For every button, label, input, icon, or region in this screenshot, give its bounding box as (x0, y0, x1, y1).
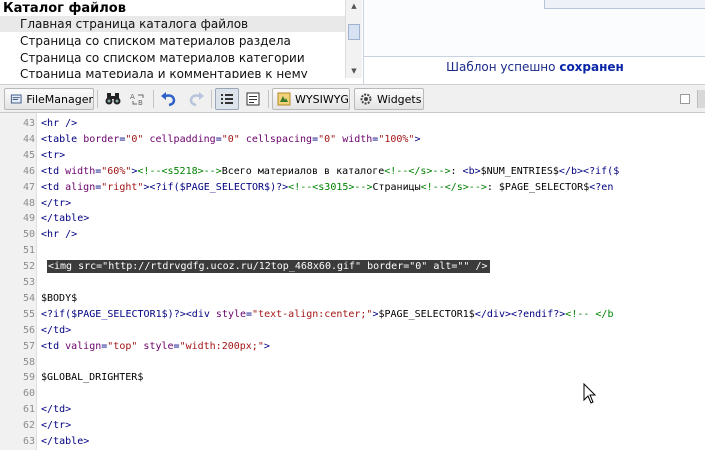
line-number: 45 (22, 149, 35, 161)
find-button[interactable] (101, 88, 125, 110)
line-number: 55 (22, 308, 35, 320)
wysiwyg-icon (277, 92, 291, 106)
scroll-down-icon[interactable]: ▼ (349, 67, 359, 75)
gear-icon (360, 93, 372, 105)
line-number: 59 (22, 372, 35, 384)
line-number-gutter: 43 44 45 46 47 48 49 50 51 52 53 54 55 56 57 58 59 60 61 62… (0, 113, 37, 450)
code-editor[interactable]: 43 44 45 46 47 48 49 50 51 52 53 54 55 56 57 58 59 60 61 62… (0, 113, 705, 450)
line-number: 54 (22, 292, 35, 304)
binoculars-icon (105, 93, 121, 105)
code-line[interactable]: <hr /> (41, 227, 77, 243)
editor-toolbar: FileManager A B WYSIWYG Widgets (0, 84, 705, 113)
replace-icon: A B (130, 93, 144, 106)
code-line-selected[interactable]: <img src="http://rtdrvgdfg.ucoz.ru/12top… (48, 259, 488, 275)
toolbar-separator (97, 90, 98, 108)
template-item-main[interactable]: Главная страница каталога файлов (0, 16, 345, 32)
redo-icon (189, 92, 204, 107)
mouse-cursor-icon (583, 383, 597, 404)
code-line[interactable]: <tr> (41, 148, 65, 164)
scrollbar-thumb[interactable] (348, 24, 360, 40)
toolbar-edge (697, 90, 705, 108)
undo-icon (161, 92, 176, 107)
save-status-text: Шаблон успешно (446, 60, 556, 74)
line-number: 57 (22, 340, 35, 352)
code-line[interactable]: $BODY$ (41, 291, 77, 307)
line-number: 43 (22, 118, 35, 129)
redo-button[interactable] (184, 88, 208, 110)
save-status-message: Шаблон успешно сохранен (364, 60, 705, 74)
code-line[interactable]: </table> (41, 434, 89, 450)
template-item-category[interactable]: Страница со списком материалов категории (0, 50, 345, 66)
wysiwyg-button[interactable]: WYSIWYG (272, 88, 350, 110)
line-number: 46 (22, 165, 35, 177)
code-line[interactable]: </tr> (41, 418, 71, 434)
template-list-scrollbar[interactable]: ▲ ▼ (345, 0, 362, 78)
code-line[interactable]: <hr /> (41, 116, 77, 132)
filemanager-icon (10, 94, 22, 104)
line-number: 44 (22, 133, 35, 145)
line-number: 52 (22, 261, 35, 273)
line-number: 63 (22, 436, 35, 447)
code-line[interactable]: </td> (41, 402, 71, 418)
toolbar-separator (268, 90, 269, 108)
line-number: 48 (22, 197, 35, 209)
widgets-button[interactable]: Widgets (354, 88, 424, 110)
save-status-bold: сохранен (559, 60, 624, 74)
filemanager-label: FileManager (26, 92, 93, 106)
line-numbers-toggle[interactable] (215, 88, 239, 110)
line-number: 61 (22, 404, 35, 416)
code-line[interactable]: <?if($PAGE_SELECTOR1$)?><div style="text… (41, 307, 613, 323)
line-number: 56 (22, 324, 35, 336)
status-panel-frame (364, 0, 705, 57)
widgets-label: Widgets (377, 92, 422, 106)
line-number: 47 (22, 181, 35, 193)
code-line[interactable]: <td width="60%"><!--<s5218>-->Всего мате… (41, 164, 619, 180)
status-panel-tab (544, 0, 705, 9)
line-number: 53 (22, 277, 35, 288)
line-number: 49 (22, 213, 35, 225)
code-line[interactable]: </td> (41, 323, 71, 339)
line-number: 60 (22, 388, 35, 400)
svg-text:A: A (130, 93, 135, 101)
template-list: Каталог файлов Главная страница каталога… (0, 0, 345, 78)
line-number: 50 (22, 229, 35, 241)
code-line[interactable]: $GLOBAL_DRIGHTER$ (41, 370, 143, 386)
top-area: Каталог файлов Главная страница каталога… (0, 0, 705, 84)
window-icon (246, 92, 260, 106)
line-number: 58 (22, 356, 35, 368)
code-line[interactable]: </table> (41, 211, 89, 227)
replace-button[interactable]: A B (126, 88, 150, 110)
code-line[interactable]: <td align="right"><?if($PAGE_SELECTOR$)?… (41, 180, 613, 196)
scroll-up-icon[interactable]: ▲ (349, 2, 359, 10)
line-numbers-icon (221, 94, 233, 104)
template-item-material[interactable]: Страница материала и комментариев к нему (0, 66, 345, 78)
filemanager-button[interactable]: FileManager (4, 88, 94, 110)
line-number: 51 (22, 245, 35, 257)
code-line[interactable]: <td valign="top" style="width:200px;"> (41, 339, 270, 355)
undo-button[interactable] (157, 88, 181, 110)
status-panel: Шаблон успешно сохранен (363, 0, 705, 84)
toolbar-checkbox[interactable] (680, 94, 690, 104)
code-line[interactable]: </tr> (41, 196, 71, 212)
line-number: 62 (22, 420, 35, 432)
fullscreen-button[interactable] (241, 88, 265, 110)
template-item-section[interactable]: Страница со списком материалов раздела (0, 33, 345, 49)
toolbar-separator (153, 90, 154, 108)
toolbar-separator (211, 90, 212, 108)
wysiwyg-label: WYSIWYG (295, 92, 349, 106)
code-line[interactable]: <table border="0" cellpadding="0" cellsp… (41, 132, 420, 148)
template-list-title: Каталог файлов (3, 1, 126, 16)
svg-text:B: B (138, 99, 143, 106)
